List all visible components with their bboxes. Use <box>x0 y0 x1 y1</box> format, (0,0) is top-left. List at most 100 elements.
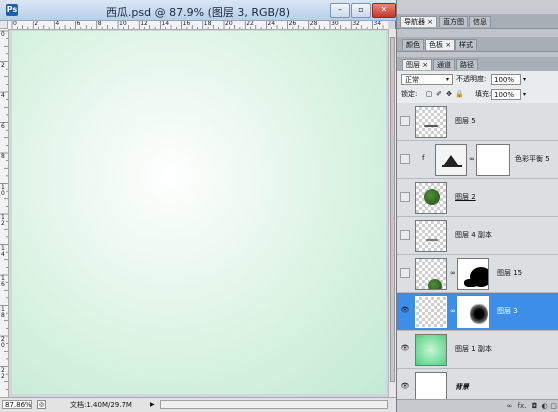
layer-name[interactable]: 背景 <box>455 382 469 392</box>
ruler-label: 1 6 <box>1 275 5 288</box>
layer-name[interactable]: 图层 5 <box>455 116 476 126</box>
mask-icon[interactable]: ◘ <box>530 402 539 410</box>
vertical-scrollbar[interactable] <box>388 29 396 397</box>
link-icon: ∞ <box>450 307 456 315</box>
layer-name[interactable]: 图层 3 <box>497 306 518 316</box>
opacity-slider-arrow-icon[interactable]: ▾ <box>523 74 526 85</box>
navigator-tab-row: 导航器 × 直方图 信息 <box>397 14 558 29</box>
tab-layers[interactable]: 图层 × <box>402 59 433 70</box>
vertical-scrollbar-thumb[interactable] <box>390 37 395 382</box>
panels-dock: 导航器 × 直方图 信息 颜色 色板 × 样式 图层 × 通道 路径 正常 ▾ … <box>397 0 558 412</box>
ruler-label: 18 <box>203 21 212 27</box>
ruler-label: 2 2 <box>1 366 5 380</box>
opacity-field[interactable]: 100% <box>491 74 521 85</box>
tab-swatches[interactable]: 色板 × <box>425 39 456 50</box>
ruler-label: 6 <box>76 21 81 27</box>
document-titlebar[interactable]: Ps 西瓜.psd @ 87.9% (图层 3, RGB/8) – ▫ ✕ <box>0 0 396 21</box>
zoom-level-field[interactable]: 87.86% <box>2 400 32 409</box>
visibility-toggle[interactable] <box>400 154 410 164</box>
ruler-label: 4 <box>1 92 5 99</box>
layer-row[interactable]: 👁 图层 1 副本 <box>397 331 558 369</box>
layer-thumbnail <box>415 220 447 252</box>
horizontal-scrollbar[interactable] <box>160 400 388 409</box>
swatches-tab-row: 颜色 色板 × 样式 <box>397 37 558 52</box>
tab-histogram[interactable]: 直方图 <box>439 16 468 27</box>
document-window: Ps 西瓜.psd @ 87.9% (图层 3, RGB/8) – ▫ ✕ 0 2… <box>0 0 396 412</box>
status-menu-arrow-icon[interactable]: ▶ <box>150 400 157 409</box>
layer-name[interactable]: 图层 15 <box>497 268 522 278</box>
lock-position-icon[interactable]: ✥ <box>445 90 453 98</box>
layer-row[interactable]: 图层 4 副本 <box>397 217 558 255</box>
lock-label: 锁定: <box>401 90 418 98</box>
status-bar: 87.86% ◎ 文档:1.40M/29.7M ▶ <box>0 397 396 412</box>
layer-name[interactable]: 图层 4 副本 <box>455 230 492 240</box>
link-icon: ∞ <box>450 269 456 277</box>
ruler-label: 2 0 <box>1 336 5 349</box>
ruler-label: 2 <box>34 21 39 27</box>
layer-thumbnail <box>415 334 447 366</box>
document-canvas[interactable] <box>12 31 386 394</box>
tab-info[interactable]: 信息 <box>469 16 491 27</box>
ruler-label: 6 <box>1 122 5 130</box>
layer-thumbnail <box>415 296 447 328</box>
tab-navigator[interactable]: 导航器 × <box>400 16 438 27</box>
fill-slider-arrow-icon[interactable]: ▾ <box>523 89 526 100</box>
visibility-toggle[interactable] <box>400 192 410 202</box>
ruler-label: 22 <box>246 21 254 27</box>
layer-row[interactable]: f ∞ 色彩平衡 5 <box>397 141 558 179</box>
visibility-toggle[interactable] <box>400 268 410 278</box>
layer-row-selected[interactable]: 👁 ∞ 图层 3 <box>397 293 558 331</box>
layer-thumbnail <box>415 182 447 214</box>
ruler-label: 28 <box>309 21 318 27</box>
layer-thumbnail <box>415 258 447 290</box>
new-layer-icon[interactable]: ▢ <box>549 402 558 410</box>
tab-channels[interactable]: 通道 <box>433 59 455 70</box>
layers-list: 图层 5 f ∞ 色彩平衡 5 图层 2 图层 4 副本 ∞ 图层 15 👁 ∞… <box>397 103 558 399</box>
lock-transparency-icon[interactable]: ▢ <box>425 90 433 98</box>
ruler-label: 1 4 <box>1 244 5 258</box>
layer-mask-thumbnail <box>476 144 510 176</box>
ruler-label: 2 <box>1 61 5 69</box>
tab-styles[interactable]: 样式 <box>455 39 477 50</box>
ruler-label: 0 <box>1 31 5 38</box>
clipping-arrow-icon: f <box>422 154 425 162</box>
ruler-origin[interactable] <box>0 21 8 29</box>
tab-paths[interactable]: 路径 <box>456 59 478 70</box>
eye-icon[interactable]: 👁 <box>400 344 410 354</box>
fill-field[interactable]: 100% <box>491 89 521 100</box>
link-icon[interactable]: ∞ <box>505 402 514 410</box>
tab-color[interactable]: 颜色 <box>402 39 424 50</box>
vertical-ruler[interactable]: 0 2 4 6 8 1 0 1 2 1 4 1 6 1 8 2 0 2 2 <box>0 29 9 397</box>
doc-status-icon[interactable]: ◎ <box>37 400 46 409</box>
layers-tab-row: 图层 × 通道 路径 <box>397 57 558 72</box>
layer-name[interactable]: 色彩平衡 5 <box>515 154 550 164</box>
ruler-label: 1 2 <box>1 214 5 227</box>
document-size-info: 文档:1.40M/29.7M <box>70 401 132 409</box>
ruler-label: 8 <box>97 21 102 27</box>
adjustment-icon[interactable]: ◐ <box>540 402 549 410</box>
layer-row[interactable]: ∞ 图层 15 <box>397 255 558 293</box>
eye-icon[interactable]: 👁 <box>400 306 410 316</box>
restore-button[interactable]: ▫ <box>351 3 371 18</box>
layer-row[interactable]: 👁 背景 <box>397 369 558 399</box>
lock-image-icon[interactable]: ✐ <box>435 90 443 98</box>
ruler-label: 20 <box>225 21 233 27</box>
ruler-label: 10 <box>119 21 127 27</box>
ruler-label: 32 <box>352 21 360 27</box>
fx-icon[interactable]: fx. <box>516 402 528 410</box>
lock-all-icon[interactable]: 🔒 <box>455 90 464 98</box>
layer-name[interactable]: 图层 1 副本 <box>455 344 492 354</box>
visibility-toggle[interactable] <box>400 230 410 240</box>
horizontal-ruler[interactable]: 0 2 4 6 8 10 12 14 16 18 20 22 24 26 28 30 32 34 <box>8 21 388 30</box>
ruler-label: 16 <box>182 21 191 27</box>
eye-icon[interactable]: 👁 <box>400 382 410 392</box>
layer-row[interactable]: 图层 2 <box>397 179 558 217</box>
visibility-toggle[interactable] <box>400 116 410 126</box>
layer-row[interactable]: 图层 5 <box>397 103 558 141</box>
opacity-label: 不透明度: <box>456 75 487 83</box>
minimize-button[interactable]: – <box>330 3 350 18</box>
blend-mode-chevron-down-icon[interactable]: ▾ <box>446 74 449 85</box>
layer-name[interactable]: 图层 2 <box>455 192 476 202</box>
close-button[interactable]: ✕ <box>372 3 396 18</box>
layer-mask-thumbnail <box>457 258 489 290</box>
